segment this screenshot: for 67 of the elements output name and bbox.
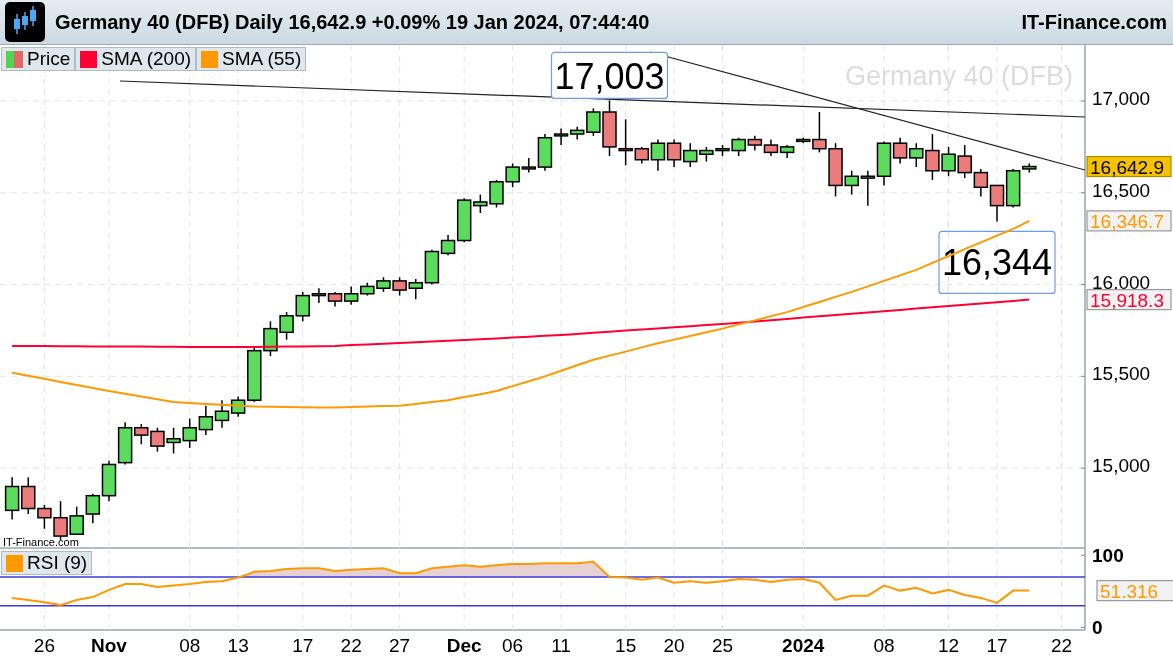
axis-label: 2024 bbox=[782, 635, 825, 656]
axis-label: 06 bbox=[502, 635, 524, 656]
legend-item[interactable]: Price bbox=[1, 47, 76, 71]
source-label: IT-Finance.com bbox=[3, 536, 79, 548]
brand-name: IT-Finance.com bbox=[1021, 10, 1167, 34]
axis-label: 08 bbox=[179, 635, 201, 656]
candlestick bbox=[198, 405, 214, 436]
axis-label: 100 bbox=[1092, 545, 1124, 567]
price-tag: 16,346.7 bbox=[1086, 210, 1172, 232]
chart-title: Germany 40 (DFB) Daily 16,642.9 +0.09% 19 Jan 2024, 07:44:40 bbox=[55, 10, 651, 34]
candlestick bbox=[150, 427, 165, 453]
legend-label: SMA (55) bbox=[222, 48, 302, 70]
axis-label: 12 bbox=[938, 635, 960, 656]
candlestick bbox=[85, 493, 101, 524]
candlestick bbox=[489, 179, 504, 209]
candlestick bbox=[392, 276, 407, 297]
candlestick bbox=[166, 427, 181, 455]
candlestick bbox=[957, 144, 972, 179]
candlestick bbox=[989, 184, 1005, 223]
axis-label: 22 bbox=[340, 635, 362, 656]
legend-item[interactable]: SMA (200) bbox=[75, 47, 197, 71]
axis-label: 08 bbox=[873, 635, 895, 656]
axis-label: 15,500 bbox=[1092, 363, 1151, 385]
candlestick bbox=[747, 135, 763, 152]
price-tag: 15,918.3 bbox=[1086, 289, 1172, 311]
axis-label: 15 bbox=[615, 635, 637, 656]
axis-label: 17,000 bbox=[1092, 88, 1151, 109]
price-callout: 17,003 bbox=[550, 51, 669, 100]
axis-label: 20 bbox=[663, 635, 685, 656]
candlestick bbox=[860, 170, 876, 207]
annotation: 16,344 bbox=[941, 242, 1053, 284]
candlestick bbox=[763, 138, 779, 157]
candlestick bbox=[69, 505, 84, 535]
axis-label: 17 bbox=[986, 635, 1008, 656]
axis-label: Nov bbox=[91, 635, 127, 656]
candlestick bbox=[343, 285, 359, 306]
axis-label: 11 bbox=[551, 635, 571, 656]
axis-label: 16,500 bbox=[1092, 179, 1151, 201]
candle-swatch-icon bbox=[6, 50, 23, 68]
axis-label: 27 bbox=[389, 635, 411, 656]
axis-label: 13 bbox=[227, 635, 249, 656]
candlestick bbox=[4, 476, 20, 521]
price-callout: 16,344 bbox=[938, 230, 1056, 295]
axis-label: 15,000 bbox=[1092, 455, 1151, 477]
axis-label: 26 bbox=[33, 635, 55, 656]
legend-label: SMA (200) bbox=[101, 48, 192, 70]
legend-label: RSI (9) bbox=[27, 552, 88, 574]
axis-label: 0 bbox=[1092, 617, 1103, 639]
axis-label: Dec bbox=[446, 635, 482, 656]
axis-label: 17 bbox=[292, 635, 314, 656]
axis-label: 25 bbox=[711, 635, 734, 656]
legend-item[interactable]: RSI (9) bbox=[1, 551, 93, 575]
candlestick bbox=[327, 291, 343, 308]
candlestick-icon bbox=[5, 2, 45, 42]
legend-item[interactable]: SMA (55) bbox=[196, 47, 307, 71]
price-tag: 16,642.9 bbox=[1086, 155, 1172, 178]
axis-label: 22 bbox=[1051, 635, 1073, 656]
candlestick bbox=[666, 138, 682, 168]
candlestick bbox=[973, 168, 989, 198]
candlestick bbox=[101, 460, 117, 502]
candlestick bbox=[360, 282, 375, 297]
price-tag: 51.316 bbox=[1096, 580, 1173, 602]
candlestick bbox=[376, 276, 391, 293]
candlestick bbox=[182, 417, 197, 449]
candlestick bbox=[279, 311, 294, 341]
candlestick bbox=[214, 399, 230, 429]
legend-label: Price bbox=[27, 48, 71, 70]
